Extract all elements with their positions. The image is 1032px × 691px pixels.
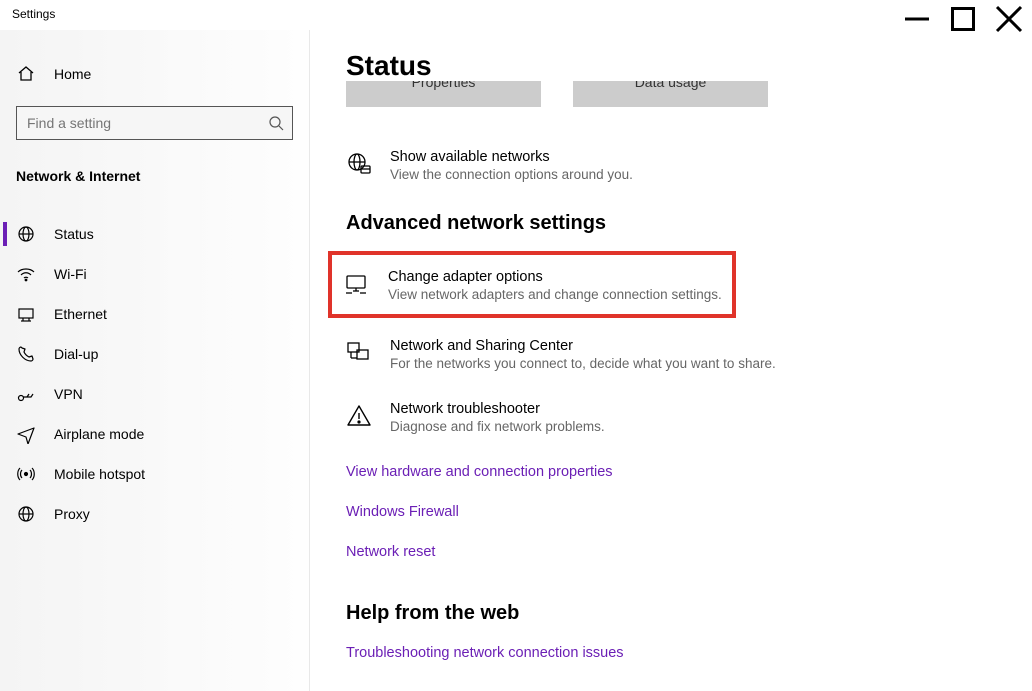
- properties-button[interactable]: Properties: [346, 81, 541, 107]
- title-bar: Settings: [0, 0, 1032, 30]
- adapter-icon: [344, 271, 370, 297]
- sharing-sub: For the networks you connect to, decide …: [390, 356, 776, 371]
- change-adapter-options[interactable]: Change adapter options View network adap…: [344, 269, 722, 302]
- nav-home[interactable]: Home: [0, 54, 309, 94]
- adapter-sub: View network adapters and change connect…: [388, 287, 722, 302]
- sharing-title: Network and Sharing Center: [390, 338, 776, 354]
- nav-vpn[interactable]: VPN: [0, 374, 309, 414]
- nav-hotspot-label: Mobile hotspot: [54, 466, 145, 482]
- nav-category: Network & Internet: [0, 150, 309, 202]
- nav-airplane-label: Airplane mode: [54, 426, 144, 442]
- link-network-reset[interactable]: Network reset: [346, 544, 992, 560]
- link-help-troubleshoot[interactable]: Troubleshooting network connection issue…: [346, 645, 992, 661]
- network-troubleshooter[interactable]: Network troubleshooter Diagnose and fix …: [346, 401, 992, 434]
- home-icon: [16, 64, 36, 84]
- globe-icon: [16, 224, 36, 244]
- search-input-wrapper[interactable]: [16, 106, 293, 140]
- search-icon: [268, 115, 284, 131]
- ethernet-icon: [16, 304, 36, 324]
- nav-vpn-label: VPN: [54, 386, 83, 402]
- nav-wifi[interactable]: Wi-Fi: [0, 254, 309, 294]
- top-button-row: Properties Data usage: [346, 81, 992, 107]
- network-sharing-center[interactable]: Network and Sharing Center For the netwo…: [346, 338, 992, 371]
- search-input[interactable]: [25, 114, 268, 132]
- nav-dialup[interactable]: Dial-up: [0, 334, 309, 374]
- nav-proxy-label: Proxy: [54, 506, 90, 522]
- link-hardware-properties[interactable]: View hardware and connection properties: [346, 464, 992, 480]
- nav-ethernet[interactable]: Ethernet: [0, 294, 309, 334]
- nav-airplane[interactable]: Airplane mode: [0, 414, 309, 454]
- troubleshoot-title: Network troubleshooter: [390, 401, 605, 417]
- window-title: Settings: [12, 4, 894, 21]
- nav-wifi-label: Wi-Fi: [54, 266, 87, 282]
- nav-ethernet-label: Ethernet: [54, 306, 107, 322]
- sharing-icon: [346, 340, 372, 366]
- warning-icon: [346, 403, 372, 429]
- page-heading: Status: [346, 50, 992, 82]
- nav-category-label: Network & Internet: [16, 168, 140, 184]
- phone-icon: [16, 344, 36, 364]
- highlight-annotation: Change adapter options View network adap…: [332, 255, 732, 314]
- content-pane: Status Properties Data usage Show availa…: [310, 30, 1032, 691]
- show-available-networks[interactable]: Show available networks View the connect…: [346, 149, 992, 182]
- globe-browse-icon: [346, 151, 372, 177]
- link-windows-firewall[interactable]: Windows Firewall: [346, 504, 992, 520]
- hotspot-icon: [16, 464, 36, 484]
- available-title: Show available networks: [390, 149, 633, 165]
- sidebar: Home Network & Internet: [0, 30, 310, 691]
- nav-home-label: Home: [54, 66, 91, 82]
- available-sub: View the connection options around you.: [390, 167, 633, 182]
- wifi-icon: [16, 264, 36, 284]
- data-usage-button[interactable]: Data usage: [573, 81, 768, 107]
- nav-status[interactable]: Status: [0, 214, 309, 254]
- proxy-icon: [16, 504, 36, 524]
- nav-proxy[interactable]: Proxy: [0, 494, 309, 534]
- troubleshoot-sub: Diagnose and fix network problems.: [390, 419, 605, 434]
- vpn-icon: [16, 384, 36, 404]
- nav-dialup-label: Dial-up: [54, 346, 98, 362]
- adapter-title: Change adapter options: [388, 269, 722, 285]
- airplane-icon: [16, 424, 36, 444]
- advanced-heading: Advanced network settings: [346, 212, 992, 235]
- nav-hotspot[interactable]: Mobile hotspot: [0, 454, 309, 494]
- nav-status-label: Status: [54, 226, 94, 242]
- help-heading: Help from the web: [346, 602, 992, 625]
